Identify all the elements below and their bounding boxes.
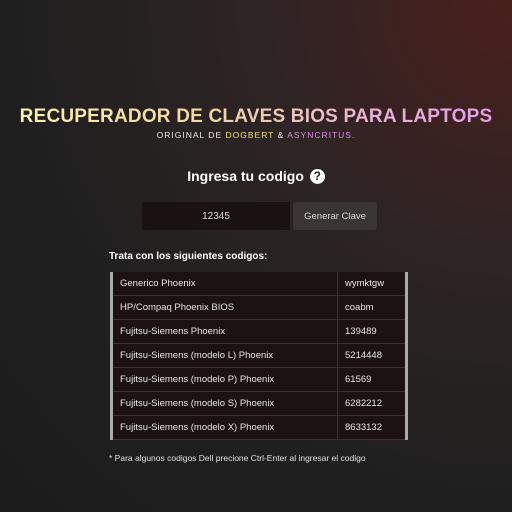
- bios-type-cell: Generico Phoenix: [111, 272, 338, 296]
- bios-type-cell: Fujitsu-Siemens (modelo X) Phoenix: [111, 415, 338, 440]
- dell-footnote: * Para algunos codigos Dell precione Ctr…: [109, 453, 366, 463]
- table-row: Fujitsu-Siemens (modelo L) Phoenix 521444…: [111, 343, 407, 368]
- bios-type-cell: HP/Compaq Phoenix BIOS: [111, 295, 338, 320]
- bios-type-cell: Fujitsu-Siemens (modelo S) Phoenix: [111, 391, 338, 416]
- table-row: Generico Phoenix wymktgw: [111, 272, 407, 296]
- password-cell: 61569: [337, 367, 407, 392]
- table-row: Fujitsu-Siemens Phoenix 139489: [111, 319, 407, 344]
- bios-type-cell: Fujitsu-Siemens (modelo P) Phoenix: [111, 367, 338, 392]
- password-cell: coabm: [337, 295, 407, 320]
- table-row: Fujitsu-Siemens (modelo P) Phoenix 61569: [111, 367, 407, 392]
- password-cell: 6282212: [337, 391, 407, 416]
- table-row: Fujitsu-Siemens (modelo S) Phoenix 628221…: [111, 391, 407, 416]
- credits-ampersand: &: [277, 130, 285, 140]
- bios-type-cell: Fujitsu-Siemens Phoenix: [111, 319, 338, 344]
- code-input[interactable]: [142, 202, 290, 230]
- table-row: Fujitsu-Siemens (modelo X) Phoenix 863313…: [111, 415, 407, 440]
- results-heading: Trata con los siguientes codigos:: [109, 251, 268, 262]
- code-prompt: Ingresa tu codigo ?: [0, 168, 512, 184]
- help-icon[interactable]: ?: [309, 169, 325, 184]
- password-cell: wymktgw: [337, 272, 407, 296]
- bios-type-cell: Fujitsu-Siemens (modelo L) Phoenix: [111, 343, 338, 368]
- table-row: HP/Compaq Phoenix BIOS coabm: [111, 295, 407, 320]
- author-dogbert: DOGBERT: [225, 130, 275, 140]
- password-cell: 5214448: [337, 343, 407, 368]
- author-asyncritus: ASYNCRITUS.: [287, 130, 356, 140]
- credits-line: ORIGINAL DE DOGBERT & ASYNCRITUS.: [0, 130, 512, 140]
- password-cell: 8633132: [337, 415, 407, 440]
- password-cell: 139489: [337, 319, 407, 344]
- generate-key-button[interactable]: Generar Clave: [293, 202, 377, 230]
- credits-prefix: ORIGINAL DE: [156, 130, 223, 140]
- page-title: RECUPERADOR DE CLAVES BIOS PARA LAPTOPS: [0, 106, 512, 128]
- code-prompt-label: Ingresa tu codigo: [187, 168, 304, 184]
- results-table: Generico Phoenix wymktgw HP/Compaq Phoenix…: [110, 272, 408, 440]
